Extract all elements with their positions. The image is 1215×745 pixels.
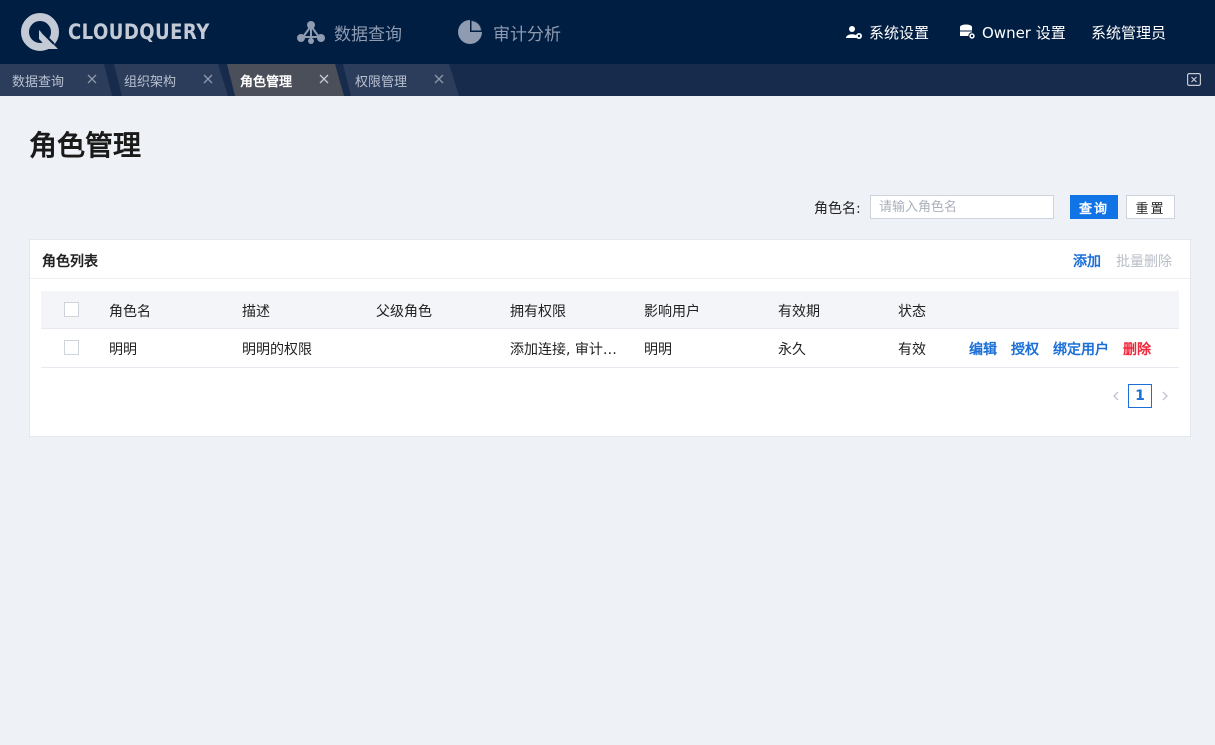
pagination-prev-icon[interactable]: [1109, 384, 1123, 408]
nav-data-query[interactable]: 数据查询: [296, 0, 402, 64]
column-header-permissions: 拥有权限: [510, 304, 566, 320]
column-header-affected-users: 影响用户: [644, 304, 700, 320]
nav-audit-analysis[interactable]: 审计分析: [455, 0, 561, 64]
role-name-search-input[interactable]: [870, 195, 1054, 219]
tab-label: 组织架构: [124, 74, 177, 90]
tab-label: 数据查询: [12, 74, 65, 90]
pagination-next-icon[interactable]: [1158, 384, 1172, 408]
select-all-checkbox[interactable]: [64, 302, 79, 317]
system-settings-label: 系统设置: [869, 23, 930, 42]
graph-nodes-icon: [297, 21, 325, 44]
page-title: 角色管理: [29, 129, 142, 162]
table-row: 明明 明明的权限 添加连接, 审计… 明明 永久 有效 编辑 授权 绑定用户 删…: [41, 329, 1179, 368]
tab-org-structure[interactable]: 组织架构: [112, 64, 228, 96]
pie-chart-icon: [458, 20, 482, 44]
owner-settings-label: Owner 设置: [982, 23, 1066, 42]
tab-permission-management[interactable]: 权限管理: [343, 64, 459, 96]
row-checkbox[interactable]: [64, 340, 79, 355]
system-settings-menu[interactable]: 系统设置: [845, 0, 929, 64]
bind-users-action-link[interactable]: 绑定用户: [1053, 339, 1109, 359]
query-button[interactable]: 查询: [1070, 195, 1118, 219]
edit-action-link[interactable]: 编辑: [969, 339, 997, 359]
tab-bar: 数据查询 组织架构 角色管理 权限管理: [0, 64, 1215, 96]
user-name: 系统管理员: [1091, 23, 1167, 42]
column-header-description: 描述: [242, 304, 270, 320]
owner-settings-menu[interactable]: Owner 设置: [958, 0, 1066, 64]
close-icon[interactable]: [433, 73, 445, 85]
column-header-status: 状态: [898, 304, 926, 320]
close-icon[interactable]: [86, 73, 98, 85]
tab-label: 角色管理: [240, 74, 293, 90]
batch-delete-link[interactable]: 批量删除: [1116, 251, 1172, 271]
database-gear-icon: [960, 24, 976, 40]
tab-role-management[interactable]: 角色管理: [227, 64, 344, 96]
tab-data-query[interactable]: 数据查询: [0, 64, 112, 96]
authorize-action-link[interactable]: 授权: [1011, 339, 1039, 359]
column-header-validity: 有效期: [778, 304, 820, 320]
role-list-card: 角色列表 添加 批量删除 角色名 描述 父级角色 拥有权限 影响用户 有效期 状…: [29, 239, 1191, 437]
table-header: 角色名 描述 父级角色 拥有权限 影响用户 有效期 状态: [41, 291, 1179, 329]
nav-data-query-label: 数据查询: [334, 24, 402, 45]
cell-status: 有效: [898, 342, 926, 358]
close-icon[interactable]: [318, 73, 330, 85]
close-icon[interactable]: [202, 73, 214, 85]
cell-affected-users: 明明: [644, 342, 672, 358]
nav-audit-analysis-label: 审计分析: [493, 24, 561, 45]
column-header-parent-role: 父级角色: [376, 304, 432, 320]
user-menu[interactable]: 系统管理员: [1091, 0, 1166, 64]
reset-button[interactable]: 重置: [1126, 195, 1175, 219]
cell-permissions: 添加连接, 审计…: [510, 342, 617, 358]
user-gear-icon: [846, 26, 862, 39]
add-role-link[interactable]: 添加: [1073, 251, 1101, 271]
delete-action-link[interactable]: 删除: [1123, 339, 1151, 359]
cell-description: 明明的权限: [242, 342, 312, 358]
close-all-tabs-icon[interactable]: [1187, 73, 1201, 86]
pagination-page-current[interactable]: 1: [1128, 384, 1152, 408]
card-header: 角色列表 添加 批量删除: [30, 240, 1190, 279]
tab-label: 权限管理: [355, 74, 408, 90]
cell-validity: 永久: [778, 342, 806, 358]
role-name-search-label: 角色名:: [814, 201, 861, 217]
column-header-role-name: 角色名: [109, 304, 151, 320]
card-title: 角色列表: [42, 254, 98, 270]
top-navigation-bar: CLOUDQUERY 数据查询 审计分析 系统设置 Owner 设置 系统管理员: [0, 0, 1215, 64]
app-logo[interactable]: CLOUDQUERY: [20, 12, 233, 52]
cloudquery-logo-icon: [21, 13, 59, 51]
cell-role-name: 明明: [109, 342, 137, 358]
logo-text: CLOUDQUERY: [68, 20, 210, 44]
